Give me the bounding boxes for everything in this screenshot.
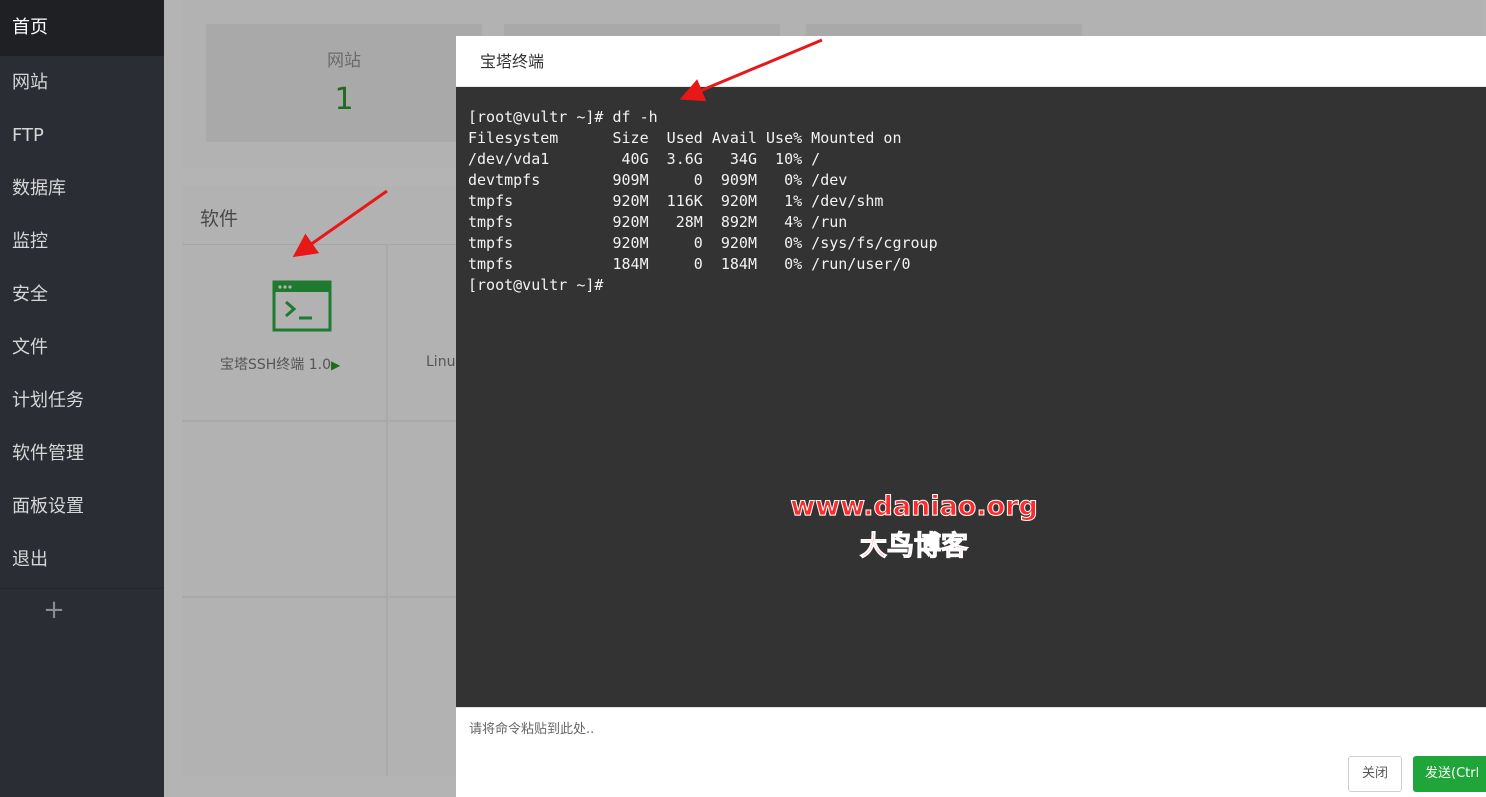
sidebar-item-website[interactable]: 网站 bbox=[0, 56, 164, 109]
add-icon[interactable]: + bbox=[0, 590, 108, 630]
terminal-dialog: 宝塔终端 [root@vultr ~]# df -h Filesystem Si… bbox=[456, 36, 1486, 797]
terminal-app-icon[interactable] bbox=[272, 280, 332, 332]
website-stat-label: 网站 bbox=[327, 51, 361, 71]
website-stat-value: 1 bbox=[334, 82, 354, 117]
sidebar-item-software[interactable]: 软件管理 bbox=[0, 427, 164, 480]
sidebar-item-security[interactable]: 安全 bbox=[0, 268, 164, 321]
sidebar-item-monitor[interactable]: 监控 bbox=[0, 215, 164, 268]
terminal-output: [root@vultr ~]# df -h Filesystem Size Us… bbox=[468, 108, 938, 294]
watermark-url: www.daniao.org bbox=[790, 491, 1039, 523]
watermark: www.daniao.org 大鸟博客 bbox=[790, 491, 1039, 563]
sidebar-item-ftp[interactable]: FTP bbox=[0, 109, 164, 162]
dialog-title: 宝塔终端 bbox=[456, 36, 1486, 87]
sidebar-item-cron[interactable]: 计划任务 bbox=[0, 374, 164, 427]
sidebar-item-files[interactable]: 文件 bbox=[0, 321, 164, 374]
command-input[interactable] bbox=[456, 707, 1486, 751]
sidebar-divider bbox=[0, 588, 164, 589]
linux-app-label[interactable]: Linu bbox=[426, 354, 455, 370]
play-icon[interactable]: ▶ bbox=[331, 358, 340, 372]
sidebar-item-logout[interactable]: 退出 bbox=[0, 533, 164, 586]
terminal-app-label[interactable]: 宝塔SSH终端 1.0▶ bbox=[220, 354, 340, 374]
website-stat-card[interactable]: 网站 1 bbox=[206, 24, 482, 142]
terminal-app-name: 宝塔SSH终端 1.0 bbox=[220, 357, 332, 373]
sidebar: 首页 网站 FTP 数据库 监控 安全 文件 计划任务 软件管理 面板设置 退出… bbox=[0, 0, 164, 797]
sidebar-item-home[interactable]: 首页 bbox=[0, 0, 164, 56]
send-button[interactable]: 发送(Ctrl bbox=[1413, 756, 1486, 792]
terminal-screen[interactable]: [root@vultr ~]# df -h Filesystem Size Us… bbox=[456, 87, 1486, 707]
grid-divider bbox=[386, 244, 388, 776]
software-title: 软件 bbox=[200, 208, 239, 230]
sidebar-item-database[interactable]: 数据库 bbox=[0, 162, 164, 215]
sidebar-item-settings[interactable]: 面板设置 bbox=[0, 480, 164, 533]
watermark-name: 大鸟博客 bbox=[860, 531, 969, 563]
close-button[interactable]: 关闭 bbox=[1348, 756, 1402, 792]
